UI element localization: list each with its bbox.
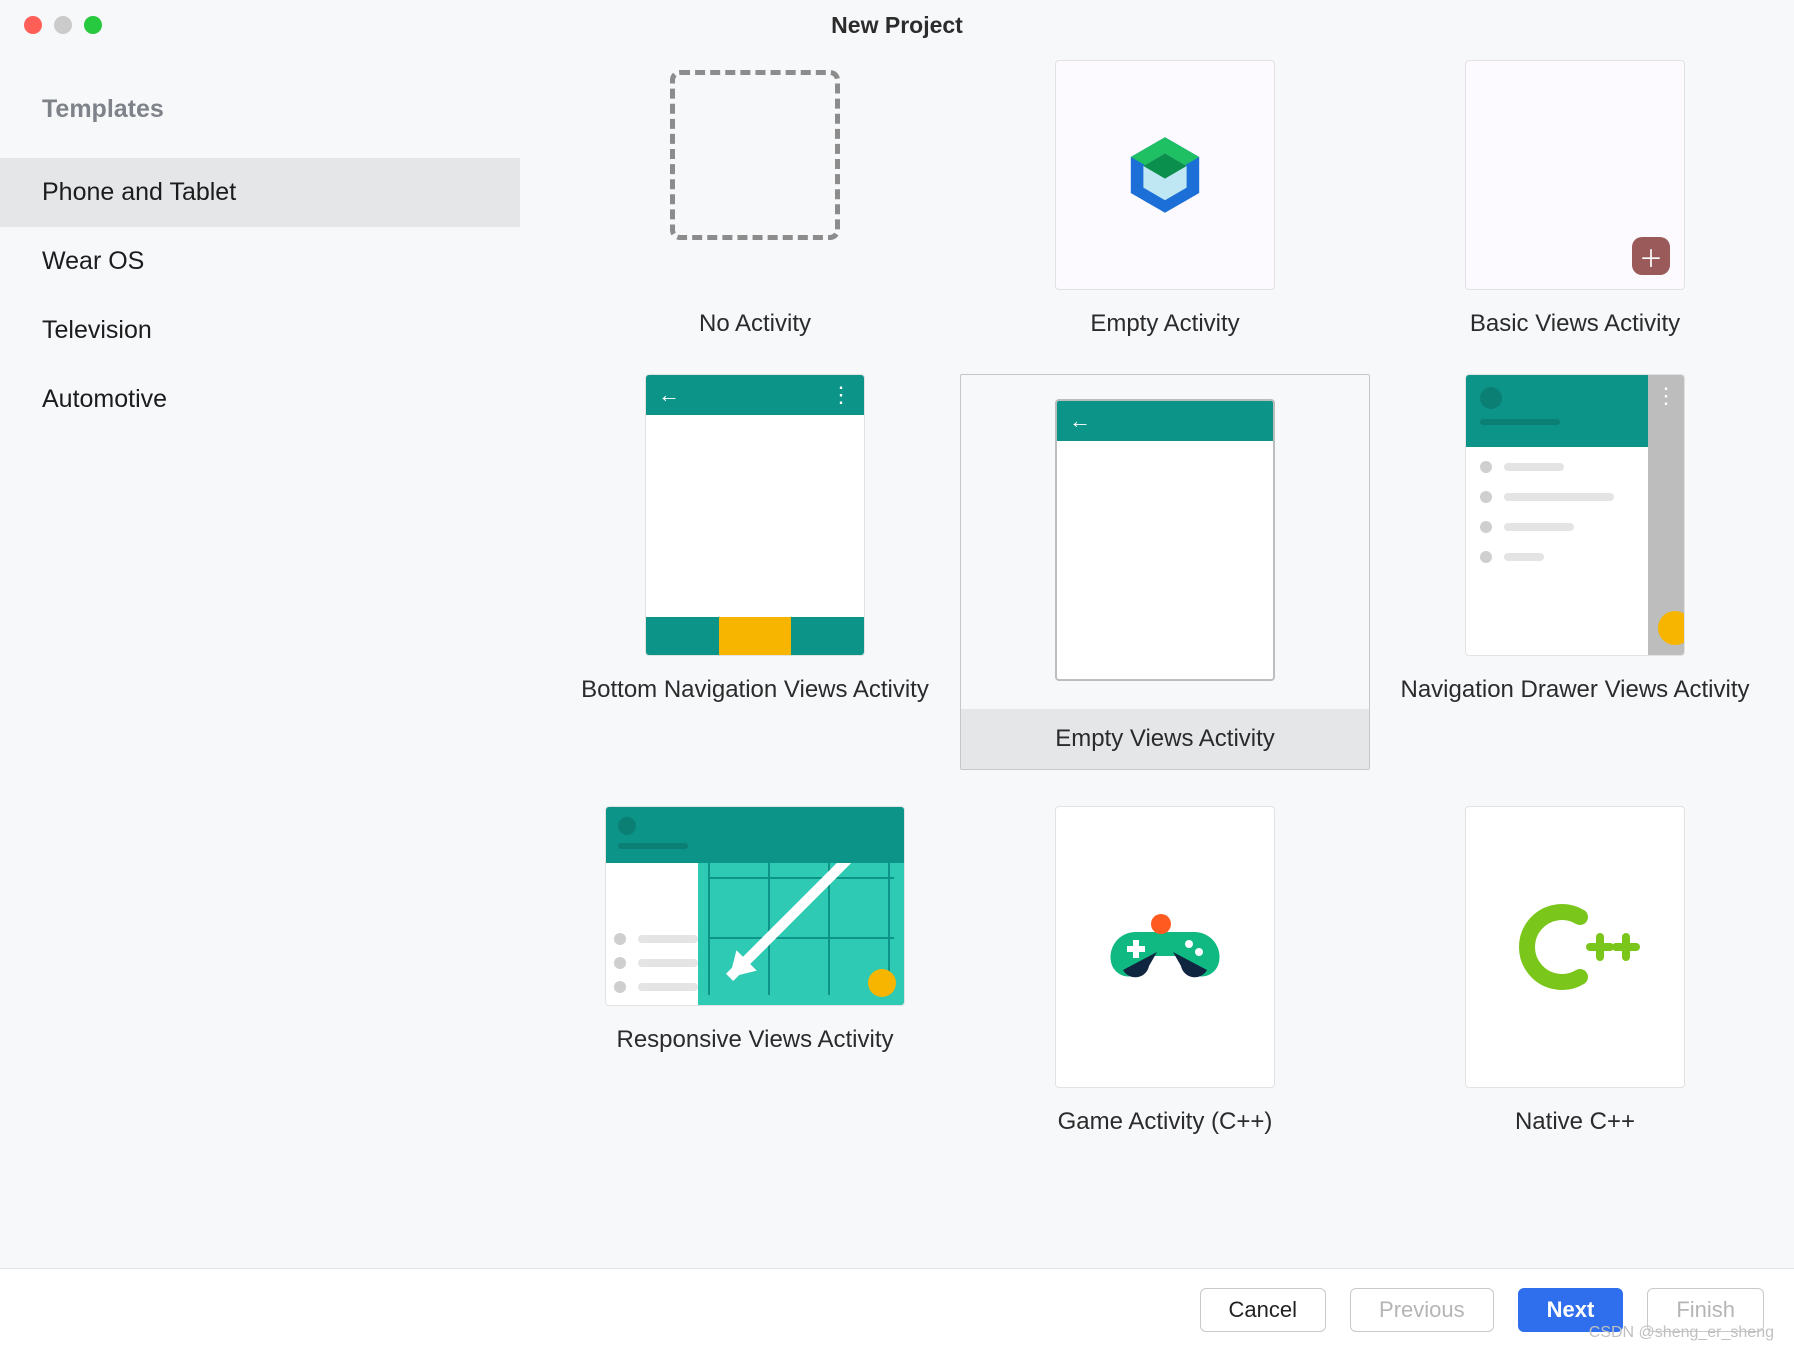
fab-plus-icon: ＋ (1632, 237, 1670, 275)
template-responsive[interactable]: Responsive Views Activity (550, 806, 960, 1136)
template-no-activity[interactable]: No Activity (550, 60, 960, 338)
template-bottom-nav[interactable]: ← ⋮ Bottom Navigation Views Activity (550, 374, 960, 770)
thumb-nav-drawer: ⋮ (1465, 374, 1685, 656)
new-project-dialog: New Project Templates Phone and Tablet W… (0, 0, 1794, 1350)
sidebar-item-wear-os[interactable]: Wear OS (0, 227, 520, 296)
thumb-native-cpp (1465, 806, 1685, 1088)
thumb-no-activity (645, 60, 865, 290)
template-empty-views[interactable]: ← Empty Views Activity (960, 374, 1370, 770)
templates-sidebar: Templates Phone and Tablet Wear OS Telev… (0, 50, 520, 1268)
template-native-cpp[interactable]: Native C++ (1370, 806, 1780, 1136)
sidebar-item-phone-tablet[interactable]: Phone and Tablet (0, 158, 520, 227)
responsive-pane-icon (606, 863, 698, 1005)
sidebar-item-television[interactable]: Television (0, 296, 520, 365)
template-label: Game Activity (C++) (1058, 1108, 1273, 1136)
window-title: New Project (0, 12, 1794, 39)
template-label: Navigation Drawer Views Activity (1400, 676, 1749, 704)
template-basic-views[interactable]: ＋ Basic Views Activity (1370, 60, 1780, 338)
app-bar-icon: ← (1057, 401, 1273, 441)
templates-grid: No Activity Empty Activity (550, 60, 1764, 1136)
template-label: Empty Activity (1090, 310, 1239, 338)
template-label: Basic Views Activity (1470, 310, 1680, 338)
sidebar-heading: Templates (0, 95, 520, 158)
template-empty-activity[interactable]: Empty Activity (960, 60, 1370, 338)
close-window-icon[interactable] (24, 16, 42, 34)
finish-button: Finish (1647, 1288, 1764, 1332)
back-arrow-icon: ← (658, 382, 680, 408)
drawer-list-icon (1480, 461, 1634, 563)
template-label: Bottom Navigation Views Activity (581, 676, 929, 704)
jetpack-compose-icon (1120, 130, 1210, 220)
thumb-game-cpp (1055, 806, 1275, 1088)
wizard-footer: Cancel Previous Next Finish (0, 1268, 1794, 1350)
thumb-empty-views: ← (1055, 399, 1275, 681)
gamepad-icon (1105, 902, 1225, 992)
thumb-bottom-nav: ← ⋮ (645, 374, 865, 656)
cancel-button[interactable]: Cancel (1200, 1288, 1326, 1332)
dashed-placeholder-icon (670, 70, 840, 240)
overflow-icon: ⋮ (830, 382, 852, 408)
dialog-body: Templates Phone and Tablet Wear OS Telev… (0, 50, 1794, 1268)
minimize-window-icon[interactable] (54, 16, 72, 34)
thumb-empty-activity (1055, 60, 1275, 290)
templates-main: No Activity Empty Activity (520, 50, 1794, 1268)
fab-icon (1658, 611, 1685, 645)
bottom-nav-icon (646, 617, 864, 655)
next-button[interactable]: Next (1518, 1288, 1624, 1332)
template-game-cpp[interactable]: Game Activity (C++) (960, 806, 1370, 1136)
template-label: Empty Views Activity (961, 709, 1369, 769)
template-label: No Activity (699, 310, 811, 338)
fab-icon (868, 969, 896, 997)
back-arrow-icon: ← (1069, 408, 1091, 434)
app-bar-icon: ← ⋮ (646, 375, 864, 415)
sidebar-item-automotive[interactable]: Automotive (0, 365, 520, 434)
template-label: Responsive Views Activity (616, 1026, 893, 1054)
drawer-header-icon (1466, 375, 1648, 447)
window-controls (0, 16, 102, 34)
previous-button: Previous (1350, 1288, 1494, 1332)
app-bar-icon (606, 807, 904, 863)
template-nav-drawer[interactable]: ⋮ Navigation Drawer Views Activity (1370, 374, 1780, 770)
thumb-responsive (605, 806, 905, 1006)
maximize-window-icon[interactable] (84, 16, 102, 34)
thumb-basic-views: ＋ (1465, 60, 1685, 290)
titlebar: New Project (0, 0, 1794, 50)
cpp-icon (1510, 897, 1640, 997)
template-label: Native C++ (1515, 1108, 1635, 1136)
